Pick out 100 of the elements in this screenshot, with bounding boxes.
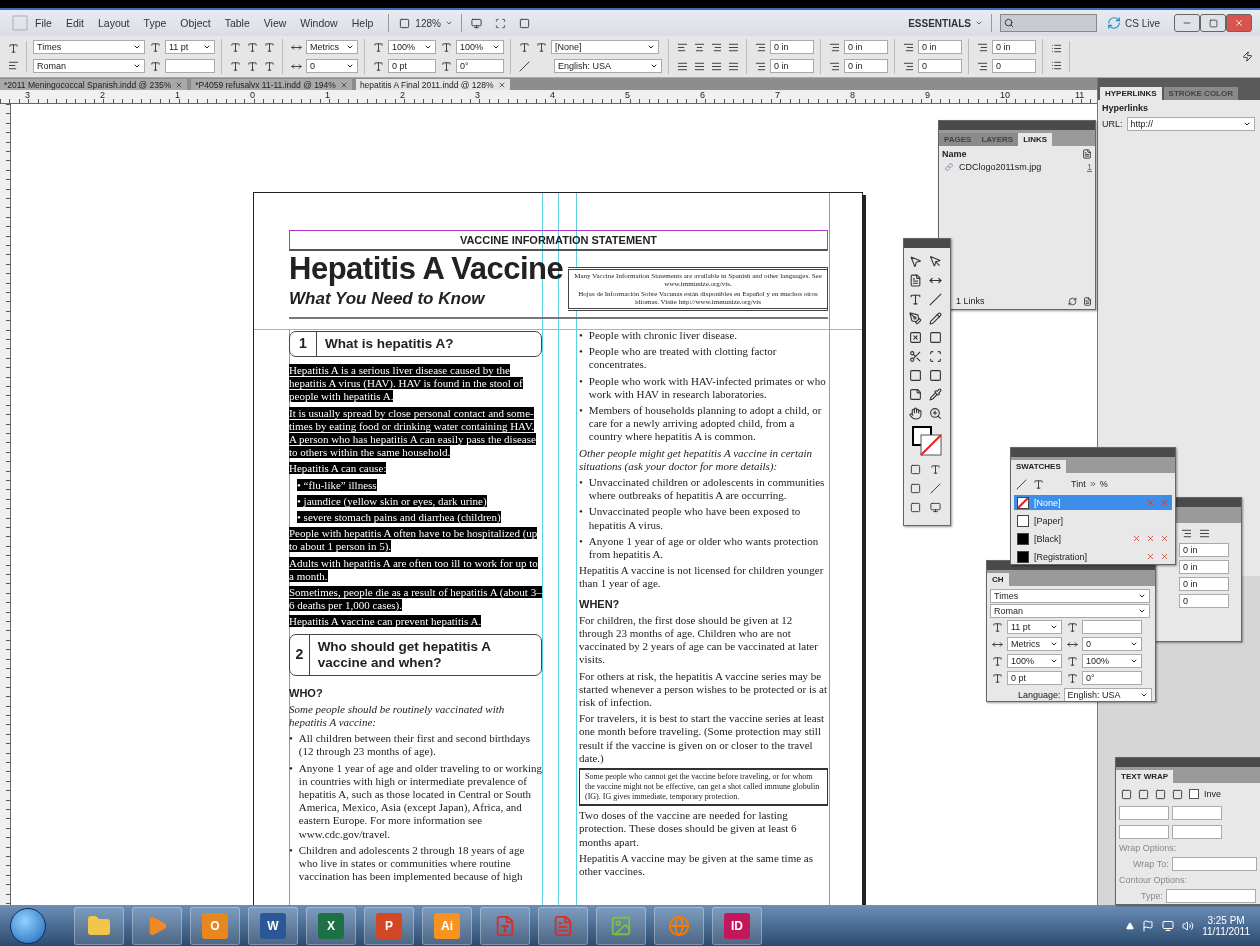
folder-app-icon[interactable] xyxy=(74,906,124,945)
menu-item[interactable]: View xyxy=(256,17,294,29)
indent-field[interactable]: 0 in xyxy=(844,59,888,73)
page-link[interactable]: 1 xyxy=(1087,162,1092,172)
panel-tab[interactable]: HYPERLINKS xyxy=(1100,87,1162,100)
indent-field[interactable]: 0 xyxy=(992,59,1036,73)
apply-none-icon[interactable] xyxy=(928,481,943,495)
search-field[interactable] xyxy=(1000,14,1097,32)
indent-field[interactable]: 0 in xyxy=(1179,560,1229,574)
vertical-scale-dropdown[interactable]: 100% xyxy=(1007,654,1062,668)
acrobat-app-icon[interactable] xyxy=(480,906,530,945)
photo-app-icon[interactable] xyxy=(596,906,646,945)
url-dropdown[interactable]: http:// xyxy=(1126,117,1255,131)
app-tile[interactable]: ID xyxy=(712,906,762,945)
direct-selection-tool-icon[interactable] xyxy=(928,254,943,268)
baseline-shift-field[interactable]: 0 pt xyxy=(388,59,436,73)
font-size-dropdown[interactable]: 11 pt xyxy=(1007,620,1062,634)
menu-item[interactable]: Layout xyxy=(91,17,137,29)
maximize-button[interactable] xyxy=(1200,14,1226,32)
baseline-shift-field[interactable]: 0 pt xyxy=(1007,671,1062,685)
view-options-icon[interactable] xyxy=(469,16,484,30)
type-tool-icon[interactable] xyxy=(908,292,922,306)
screen-mode-icon[interactable] xyxy=(493,16,508,30)
leading-field[interactable] xyxy=(1082,620,1142,634)
preview-icon[interactable] xyxy=(928,500,943,514)
minimize-button[interactable] xyxy=(1174,14,1200,32)
font-family-dropdown[interactable]: Times xyxy=(990,589,1150,603)
indent-field[interactable]: 0 in xyxy=(770,59,814,73)
offset-field[interactable] xyxy=(1172,806,1222,820)
panel-tab[interactable]: LINKS xyxy=(1018,133,1053,146)
indent-field[interactable]: 0 in xyxy=(1179,543,1229,557)
document-tab[interactable]: *2011 Meningococcal Spanish.indd @ 235% xyxy=(0,79,188,90)
menu-item[interactable]: Window xyxy=(293,17,345,29)
indent-field[interactable]: 0 in xyxy=(918,40,962,54)
indent-field[interactable]: 0 in xyxy=(1179,577,1229,591)
kerning-dropdown[interactable]: Metrics xyxy=(306,40,358,54)
menu-item[interactable]: Edit xyxy=(58,17,91,29)
font-style-dropdown[interactable]: Roman xyxy=(990,604,1150,618)
cs-live-button[interactable]: CS Live xyxy=(1121,17,1164,29)
skew-field[interactable]: 0° xyxy=(1082,671,1142,685)
app-tile[interactable]: P xyxy=(364,906,414,945)
stroke-none-icon[interactable] xyxy=(517,59,531,73)
scissors-tool-icon[interactable] xyxy=(908,349,922,363)
eyedropper-tool-icon[interactable] xyxy=(928,387,943,401)
pdf-app-icon[interactable] xyxy=(538,906,588,945)
app-tile[interactable]: W xyxy=(248,906,298,945)
invert-checkbox[interactable] xyxy=(1187,787,1201,801)
vertical-scale-dropdown[interactable]: 100% xyxy=(388,40,436,54)
horizontal-scale-dropdown[interactable]: 100% xyxy=(1082,654,1142,668)
menu-item[interactable]: Type xyxy=(136,17,174,29)
menu-item[interactable]: Table xyxy=(217,17,257,29)
menu-item[interactable]: Object xyxy=(173,17,218,29)
indent-field[interactable]: 0 in xyxy=(844,40,888,54)
frame-tool-icon[interactable] xyxy=(908,330,922,344)
panel-tab[interactable]: CH xyxy=(987,573,1009,586)
rectangle-tool-icon[interactable] xyxy=(928,330,943,344)
fill-stroke-icon[interactable] xyxy=(1014,477,1028,491)
indent-field[interactable]: 0 in xyxy=(770,40,814,54)
offset-field[interactable] xyxy=(1172,825,1222,839)
tracking-dropdown[interactable]: 0 xyxy=(1082,637,1142,651)
horizontal-scale-dropdown[interactable]: 100% xyxy=(456,40,504,54)
language-dropdown[interactable]: English: USA xyxy=(554,59,662,73)
menu-item[interactable]: Help xyxy=(344,17,381,29)
workspace-switcher[interactable]: ESSENTIALS xyxy=(904,17,975,29)
indent-field[interactable]: 0 xyxy=(1179,594,1229,608)
menu-item[interactable]: File xyxy=(28,17,59,29)
browser-app-icon[interactable] xyxy=(654,906,704,945)
indent-field[interactable]: 0 in xyxy=(992,40,1036,54)
close-button[interactable] xyxy=(1226,14,1252,32)
pencil-tool-icon[interactable] xyxy=(928,311,943,325)
hand-tool-icon[interactable] xyxy=(908,406,922,420)
document-tab[interactable]: hepatitis A Final 2011.indd @ 128% xyxy=(355,79,510,90)
page-tool-icon[interactable] xyxy=(908,273,922,287)
indent-field[interactable]: 0 xyxy=(918,59,962,73)
language-dropdown[interactable]: English: USA xyxy=(1063,688,1152,701)
media-app-icon[interactable] xyxy=(132,906,182,945)
pen-tool-icon[interactable] xyxy=(908,311,922,325)
zoom-tool-icon[interactable] xyxy=(928,406,943,420)
clock[interactable]: 3:25 PM 11/11/2011 xyxy=(1202,914,1250,937)
character-style-dropdown[interactable]: [None] xyxy=(551,40,659,54)
quick-apply-icon[interactable] xyxy=(1240,49,1254,64)
document-tab[interactable]: *P4059 refusalvx 11-11.indd @ 194% xyxy=(191,79,352,90)
leading-field[interactable] xyxy=(165,59,215,73)
panel-tab[interactable]: SWATCHES xyxy=(1011,460,1066,473)
kerning-dropdown[interactable]: Metrics xyxy=(1007,637,1062,651)
app-tile[interactable]: X xyxy=(306,906,356,945)
tracking-dropdown[interactable]: 0 xyxy=(306,59,358,73)
note-tool-icon[interactable] xyxy=(908,387,922,401)
font-family-dropdown[interactable]: Times xyxy=(33,40,145,54)
offset-field[interactable] xyxy=(1119,825,1169,839)
font-style-dropdown[interactable]: Roman xyxy=(33,59,145,73)
font-size-dropdown[interactable]: 11 pt xyxy=(165,40,215,54)
skew-field[interactable]: 0° xyxy=(456,59,504,73)
link-name[interactable]: CDClogo2011sm.jpg xyxy=(959,162,1081,172)
line-tool-icon[interactable] xyxy=(928,292,943,306)
panel-tab[interactable]: TEXT WRAP xyxy=(1116,770,1174,783)
zoom-level[interactable]: 128% xyxy=(411,17,445,29)
offset-field[interactable] xyxy=(1119,806,1169,820)
selection-tool-icon[interactable] xyxy=(908,254,922,268)
fill-stroke-icon[interactable] xyxy=(912,426,942,456)
